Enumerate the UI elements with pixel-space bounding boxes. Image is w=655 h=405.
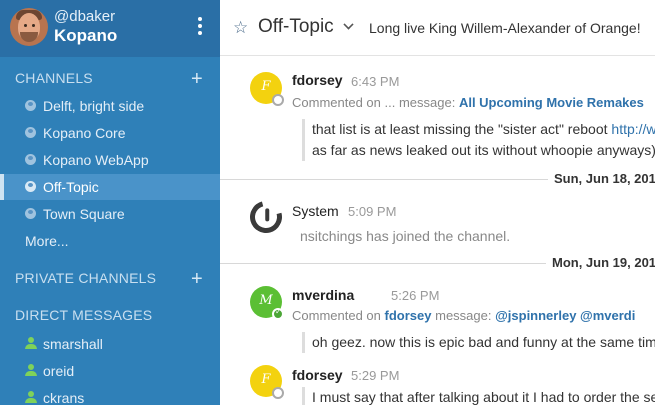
globe-icon	[25, 181, 36, 192]
channel-title[interactable]: Off-Topic	[258, 16, 334, 38]
sidebar-item-kopano-webapp[interactable]: Kopano WebApp	[0, 147, 220, 173]
sidebar-item-label: Off-Topic	[43, 179, 99, 195]
system-icon	[244, 195, 288, 239]
message-body: oh geez. now this is epic bad and funny …	[302, 332, 655, 353]
online-status-icon	[272, 307, 284, 320]
sidebar-item-delft[interactable]: Delft, bright side	[0, 93, 220, 119]
direct-messages-header: DIRECT MESSAGES	[15, 307, 153, 323]
comment-context: Commented on ... message: All Upcoming M…	[292, 95, 644, 110]
globe-icon	[25, 208, 36, 219]
main-area: ☆ Off-Topic Long live King Willem-Alexan…	[220, 0, 655, 405]
team-header[interactable]: @dbaker Kopano	[0, 0, 220, 57]
comment-context: Commented on fdorsey message: @jspinnerl…	[292, 308, 636, 323]
mentions[interactable]: @jspinnerley @mverdi	[495, 308, 635, 323]
avatar[interactable]: M	[250, 286, 284, 320]
sidebar: @dbaker Kopano CHANNELS + Delft, bright …	[0, 0, 220, 405]
message-link[interactable]: http://w	[611, 121, 655, 137]
sidebar-item-label: Kopano Core	[43, 125, 126, 141]
globe-icon	[25, 127, 36, 138]
team-name: Kopano	[54, 26, 118, 45]
more-channels-link[interactable]: More...	[25, 233, 69, 249]
post-username[interactable]: fdorsey	[292, 367, 343, 383]
post-timestamp[interactable]: 5:26 PM	[391, 288, 439, 303]
channel-header: ☆ Off-Topic Long live King Willem-Alexan…	[220, 0, 655, 56]
post-username[interactable]: fdorsey	[292, 72, 343, 88]
sidebar-item-oreid[interactable]: oreid	[0, 358, 220, 384]
message-body: I must say that after talking about it I…	[302, 387, 655, 405]
main-menu-icon[interactable]	[195, 17, 205, 37]
comment-link[interactable]: All Upcoming Movie Remakes	[459, 95, 644, 110]
post-username[interactable]: mverdina	[292, 287, 354, 303]
sidebar-item-label: Kopano WebApp	[43, 152, 149, 168]
avatar[interactable]: F	[250, 365, 284, 399]
sidebar-item-label: Delft, bright side	[43, 98, 145, 114]
message-body: that list is at least missing the "siste…	[302, 119, 655, 161]
globe-icon	[25, 100, 36, 111]
comment-link[interactable]: fdorsey	[385, 308, 432, 323]
online-user-icon	[25, 337, 37, 349]
sidebar-item-off-topic[interactable]: Off-Topic	[0, 174, 220, 200]
channels-header: CHANNELS	[15, 70, 93, 86]
sidebar-item-kopano-core[interactable]: Kopano Core	[0, 120, 220, 146]
post-timestamp[interactable]: 5:29 PM	[351, 368, 399, 383]
offline-status-icon	[272, 94, 284, 106]
chevron-down-icon[interactable]	[343, 19, 354, 30]
user-handle: @dbaker	[54, 8, 116, 25]
system-message: nsitchings has joined the channel.	[300, 228, 511, 244]
date-separator: Mon, Jun 19, 201	[220, 255, 655, 271]
sidebar-item-label: oreid	[43, 363, 75, 379]
offline-status-icon	[272, 387, 284, 399]
post-username: System	[292, 203, 339, 219]
avatar[interactable]	[10, 8, 48, 46]
sidebar-item-label: ckrans	[43, 390, 85, 405]
online-user-icon	[25, 364, 37, 376]
star-icon[interactable]: ☆	[233, 18, 248, 38]
sidebar-item-town-square[interactable]: Town Square	[0, 201, 220, 227]
sidebar-item-label: Town Square	[43, 206, 125, 222]
add-channel-icon[interactable]: +	[191, 69, 203, 89]
add-private-channel-icon[interactable]: +	[191, 269, 203, 289]
date-separator: Sun, Jun 18, 201	[220, 171, 655, 187]
channel-purpose: Long live King Willem-Alexander of Orang…	[369, 20, 641, 36]
post-timestamp[interactable]: 5:09 PM	[348, 204, 396, 219]
post-timestamp[interactable]: 6:43 PM	[351, 74, 399, 89]
avatar[interactable]: F	[250, 72, 284, 106]
sidebar-item-label: smarshall	[43, 336, 103, 352]
sidebar-item-smarshall[interactable]: smarshall	[0, 331, 220, 357]
globe-icon	[25, 154, 36, 165]
sidebar-item-ckrans[interactable]: ckrans	[0, 385, 220, 405]
private-channels-header: PRIVATE CHANNELS	[15, 270, 157, 286]
online-user-icon	[25, 391, 37, 403]
